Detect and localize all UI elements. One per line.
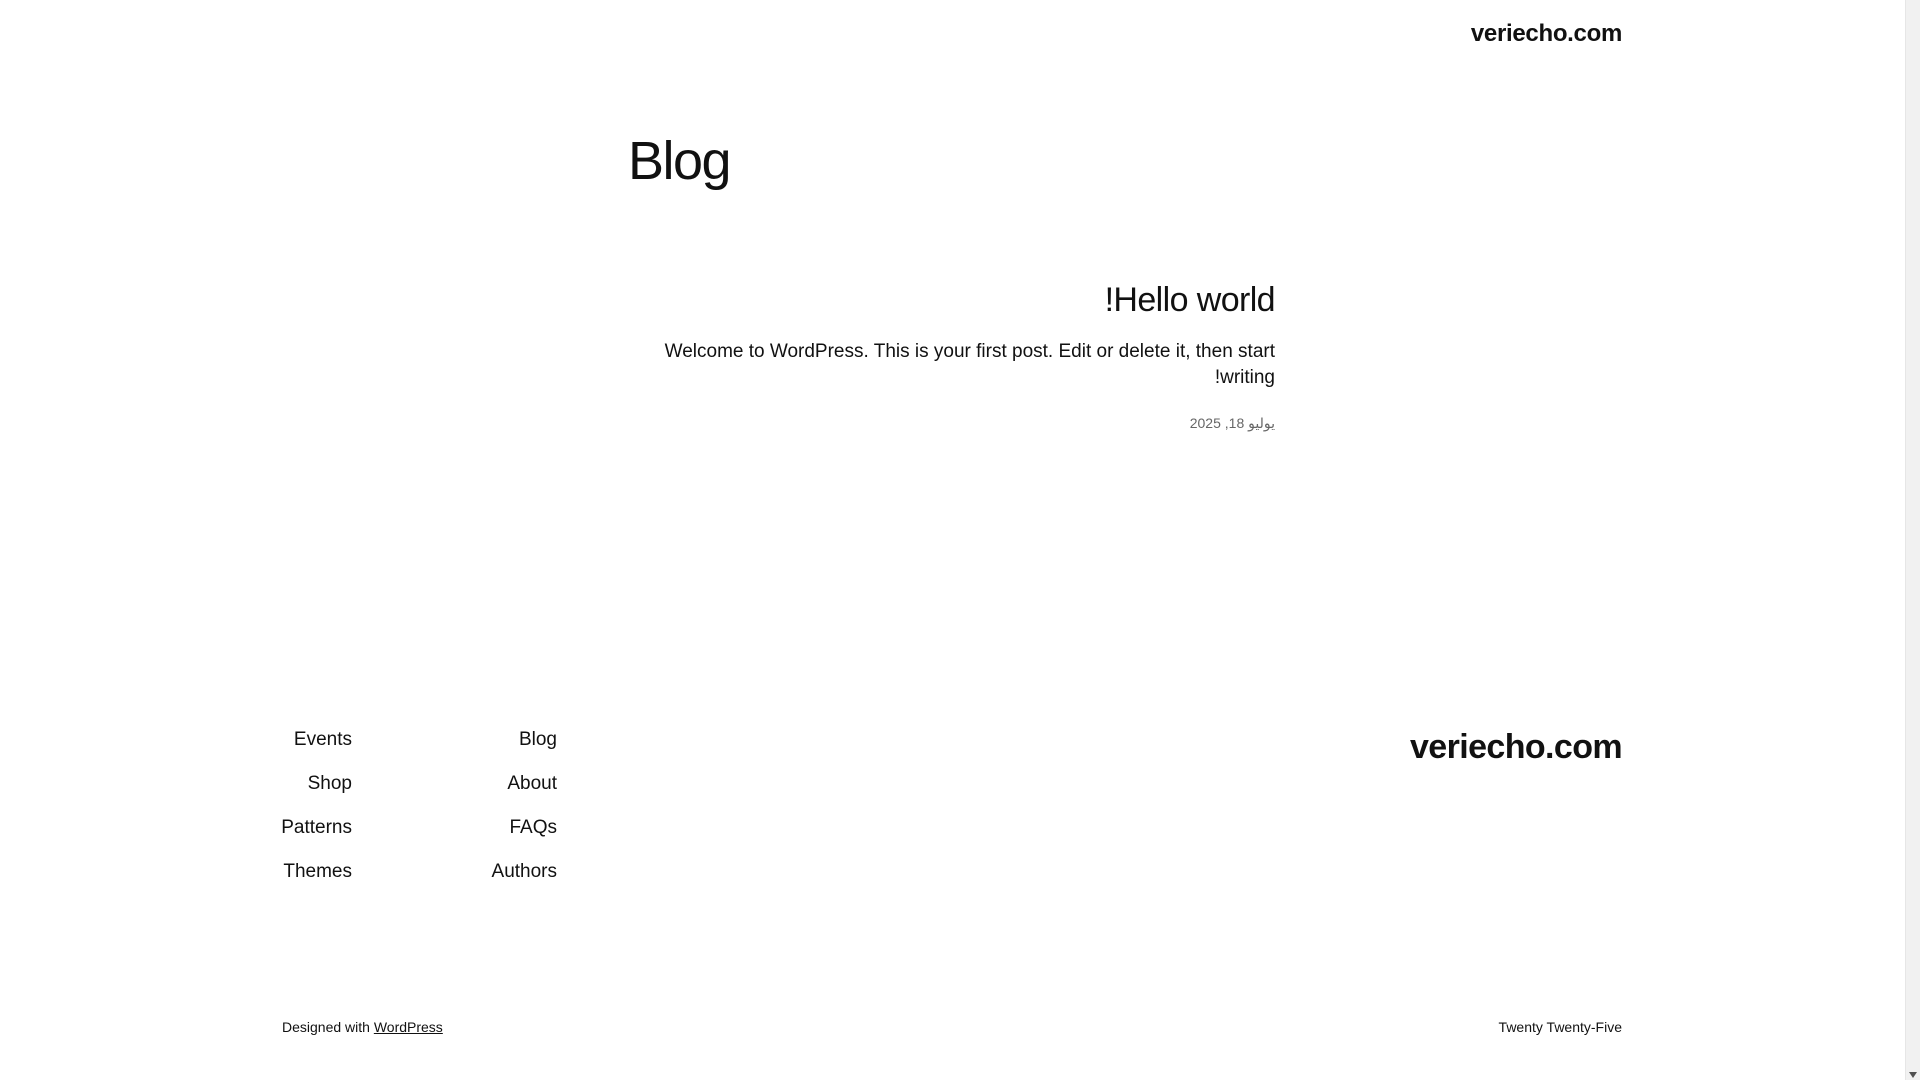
footer-link-authors[interactable]: Authors xyxy=(492,860,557,884)
scroll-down-arrow-icon[interactable] xyxy=(1909,1072,1917,1078)
footer-link-events[interactable]: Events xyxy=(281,728,352,752)
site-title-link[interactable]: veriecho.com xyxy=(1471,20,1622,48)
post-item: Hello world! Welcome to WordPress. This … xyxy=(628,280,1276,432)
footer-credit: Designed with WordPress xyxy=(282,1019,443,1035)
footer-credit-text: Designed with xyxy=(282,1019,374,1035)
footer-link-shop[interactable]: Shop xyxy=(281,772,352,796)
wordpress-link[interactable]: WordPress xyxy=(374,1019,443,1035)
post-excerpt: Welcome to WordPress. This is your first… xyxy=(664,340,1275,389)
footer-link-themes[interactable]: Themes xyxy=(281,860,352,884)
vertical-scrollbar[interactable] xyxy=(1905,0,1920,1080)
footer-site-title-link[interactable]: veriecho.com xyxy=(1410,728,1623,767)
footer-navigation: Blog About FAQs Authors Events Shop Patt… xyxy=(281,728,557,898)
page-title: Blog xyxy=(628,131,732,191)
footer-link-faqs[interactable]: FAQs xyxy=(492,816,557,840)
post-date: يوليو 18, 2025 xyxy=(1189,414,1275,431)
footer-link-patterns[interactable]: Patterns xyxy=(281,816,352,840)
post-title-link[interactable]: Hello world! xyxy=(628,280,1276,321)
footer-link-about[interactable]: About xyxy=(492,772,557,796)
page: veriecho.com Blog Hello world! Welcome t… xyxy=(0,0,1905,1080)
footer-link-blog[interactable]: Blog xyxy=(492,728,557,752)
theme-name: Twenty Twenty-Five xyxy=(1498,1019,1622,1035)
footer-nav-column-primary: Blog About FAQs Authors xyxy=(492,728,557,904)
footer-nav-column-secondary: Events Shop Patterns Themes xyxy=(281,728,352,904)
